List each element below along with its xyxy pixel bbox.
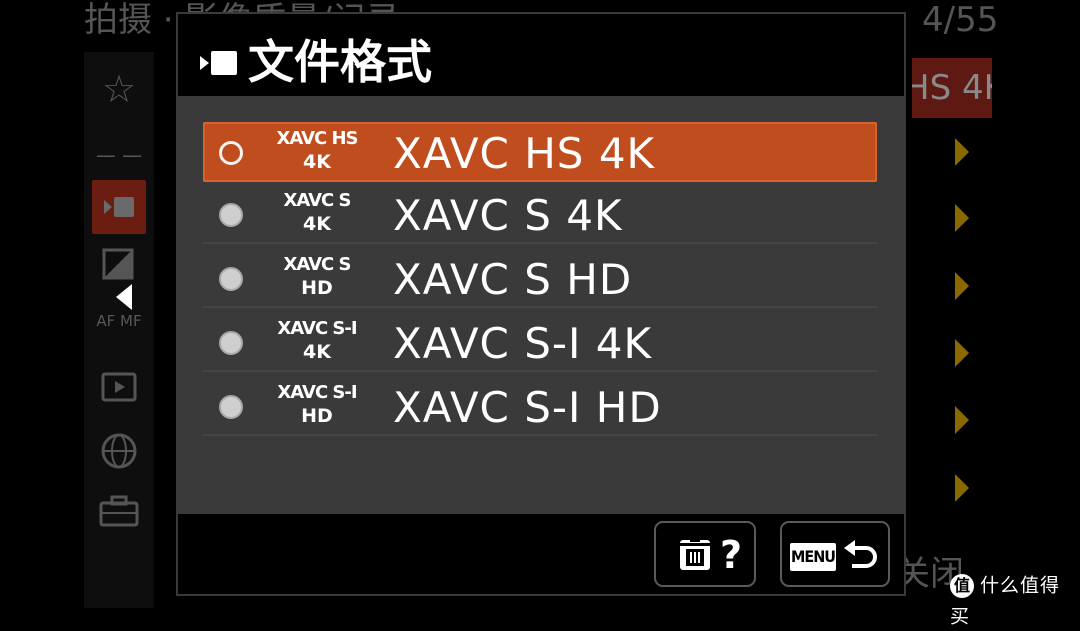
network-icon[interactable] (92, 424, 146, 478)
return-arrow-icon (844, 540, 877, 568)
format-badge: XAVC S 4K (283, 190, 352, 235)
format-option-label: XAVC S-I HD (393, 383, 662, 432)
radio-unselected-icon (219, 267, 243, 291)
format-option-xavc-s-i-hd[interactable]: XAVC S-I HD XAVC S-I HD (203, 376, 877, 436)
background-current-value: HS 4K (912, 58, 992, 118)
right-arrow-icon[interactable] (955, 204, 969, 232)
format-option-xavc-hs-4k[interactable]: XAVC HS 4K XAVC HS 4K (203, 122, 877, 182)
file-format-dialog: 文件格式 XAVC HS 4K XAVC HS 4K XAVC S 4K XAV… (176, 12, 906, 596)
format-badge: XAVC S HD (283, 254, 352, 299)
help-icon: ? (720, 533, 743, 577)
star-icon[interactable]: ☆ (92, 62, 146, 116)
right-arrow-icon[interactable] (955, 138, 969, 166)
radio-unselected-icon (219, 203, 243, 227)
format-option-label: XAVC S-I 4K (393, 319, 653, 368)
format-badge: XAVC S-I HD (277, 382, 357, 427)
dialog-title: 文件格式 (248, 35, 432, 89)
site-watermark: 值什么值得买 (950, 570, 1074, 627)
menu-key-label: MENU (790, 543, 836, 571)
format-option-label: XAVC S HD (393, 255, 633, 304)
format-option-xavc-s-hd[interactable]: XAVC S HD XAVC S HD (203, 248, 877, 308)
watermark-logo-icon: 值 (950, 573, 974, 598)
right-arrow-icon[interactable] (955, 406, 969, 434)
left-arrow-icon[interactable] (116, 284, 132, 310)
movie-icon[interactable] (92, 180, 146, 234)
toolbox-icon[interactable] (92, 484, 146, 538)
right-arrow-icon[interactable] (955, 474, 969, 502)
format-option-list: XAVC HS 4K XAVC HS 4K XAVC S 4K XAVC S 4… (178, 96, 904, 514)
right-arrow-icon[interactable] (955, 339, 969, 367)
background-sidebar: ☆ — — AF MF (84, 52, 154, 608)
delete-help-button[interactable]: ? (654, 521, 756, 587)
radio-unselected-icon (219, 331, 243, 355)
playback-icon[interactable] (92, 360, 146, 414)
menu-back-button[interactable]: MENU (780, 521, 890, 587)
format-badge: XAVC S-I 4K (277, 318, 357, 363)
format-option-xavc-s-4k[interactable]: XAVC S 4K XAVC S 4K (203, 184, 877, 244)
radio-selected-icon (219, 141, 243, 165)
format-option-label: XAVC HS 4K (393, 129, 656, 178)
movie-mode-icon (200, 48, 244, 78)
dialog-header: 文件格式 (178, 14, 904, 96)
format-badge: XAVC HS 4K (276, 128, 358, 173)
tab-icon[interactable]: — — (92, 128, 146, 182)
format-option-xavc-s-i-4k[interactable]: XAVC S-I 4K XAVC S-I 4K (203, 312, 877, 372)
format-option-label: XAVC S 4K (393, 191, 623, 240)
trash-icon (678, 539, 712, 570)
page-indicator: 4/55 (922, 0, 999, 40)
dialog-footer: ? MENU (178, 514, 904, 594)
right-arrow-icon[interactable] (955, 272, 969, 300)
radio-unselected-icon (219, 395, 243, 419)
